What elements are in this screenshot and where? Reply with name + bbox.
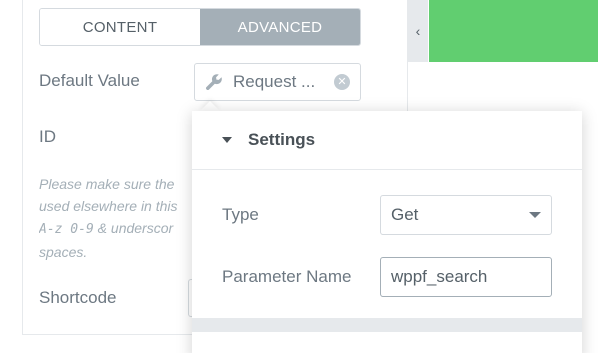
type-select[interactable]: Get	[380, 195, 552, 235]
help-code: A-z 0-9	[39, 222, 94, 237]
parameter-name-input[interactable]: wppf_search	[380, 257, 552, 297]
settings-title: Settings	[248, 130, 316, 149]
settings-section-toggle[interactable]: Settings	[192, 111, 582, 170]
tab-content[interactable]: CONTENT	[40, 9, 200, 45]
caret-down-icon	[222, 137, 232, 143]
type-label: Type	[222, 205, 259, 224]
popover-divider	[192, 318, 582, 332]
panel-tabs: CONTENT ADVANCED	[39, 8, 361, 46]
default-value-text: Request ...	[233, 72, 316, 91]
wrench-icon	[205, 73, 223, 91]
help-line-rest: & underscor	[93, 220, 174, 236]
parameter-name-label: Parameter Name	[222, 267, 352, 286]
panel-collapse-button[interactable]: ‹	[408, 0, 428, 62]
help-line: Please make sure the	[39, 176, 175, 192]
help-line: spaces.	[39, 244, 88, 260]
help-line: A-z 0-9 & underscor	[39, 217, 209, 241]
tab-advanced[interactable]: ADVANCED	[200, 9, 360, 45]
dynamic-settings-popover: Settings Type Get Parameter Name wppf_se…	[192, 111, 582, 353]
parameter-name-row: Parameter Name wppf_search	[222, 257, 552, 297]
id-label: ID	[39, 127, 56, 146]
chevron-left-icon: ‹	[415, 23, 421, 39]
select-caret-icon	[529, 212, 541, 218]
clear-icon[interactable]: ✕	[334, 74, 350, 90]
shortcode-label: Shortcode	[39, 288, 117, 307]
popover-arrow	[200, 101, 220, 111]
default-value-dynamic-field[interactable]: Request ... ✕	[194, 63, 361, 101]
type-row: Type Get	[222, 195, 552, 235]
default-value-label: Default Value	[39, 71, 140, 90]
help-line: used elsewhere in this	[39, 198, 178, 214]
id-help-text: Please make sure the used elsewhere in t…	[39, 173, 209, 263]
preview-green-section	[429, 0, 598, 62]
type-select-value: Get	[391, 205, 419, 224]
